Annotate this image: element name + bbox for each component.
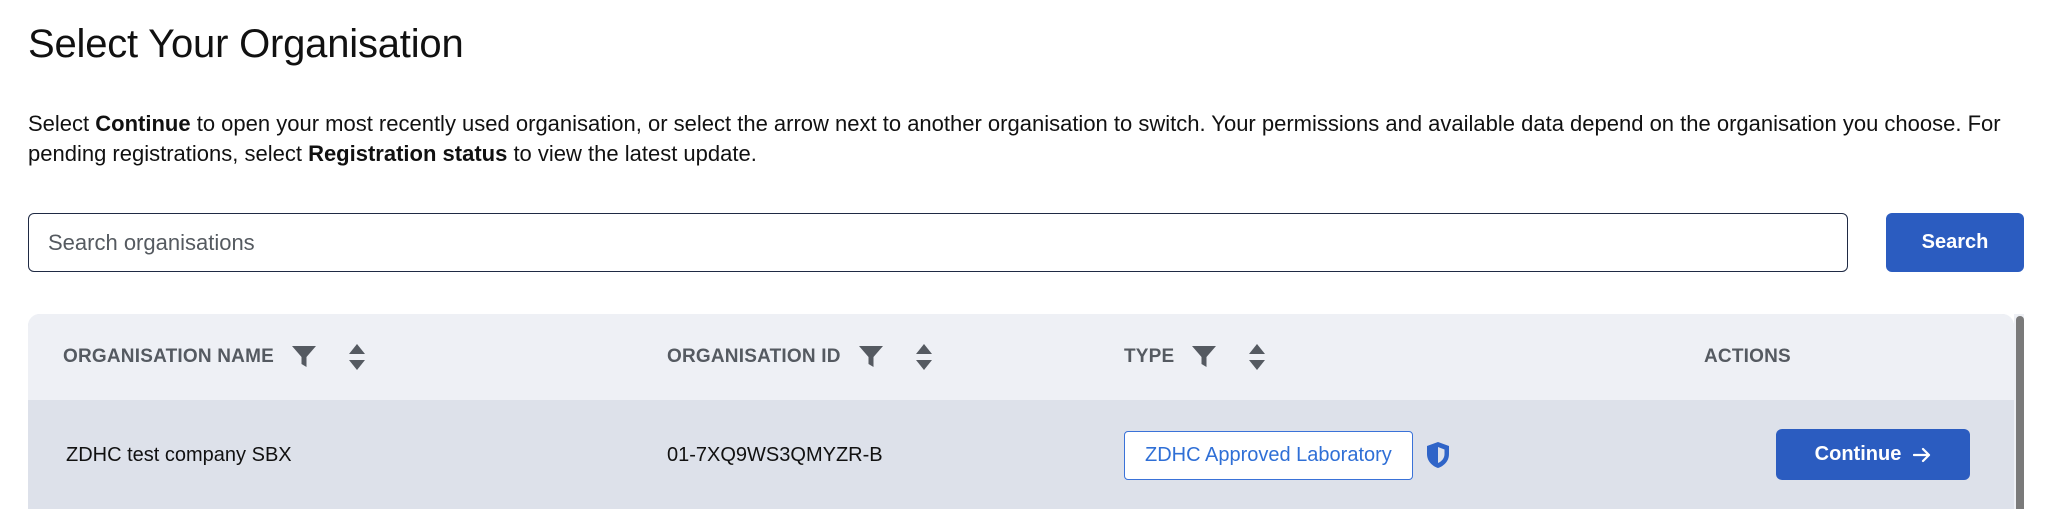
intro-part-3: to view the latest update. [507, 141, 757, 166]
intro-text: Select Continue to open your most recent… [28, 109, 2018, 169]
filter-icon[interactable] [290, 343, 318, 371]
organisation-id-cell: 01-7XQ9WS3QMYZR-B [667, 443, 883, 466]
column-header-actions: ACTIONS [1704, 314, 1791, 400]
filter-icon[interactable] [857, 343, 885, 371]
column-label: TYPE [1124, 346, 1175, 367]
page-title: Select Your Organisation [28, 22, 464, 66]
type-badge: ZDHC Approved Laboratory [1124, 430, 1413, 480]
arrow-right-icon [1913, 447, 1931, 463]
continue-button-label: Continue [1814, 443, 1902, 465]
type-cell: ZDHC Approved Laboratory [1124, 400, 1451, 509]
column-header-organisation-name: ORGANISATION NAME [63, 314, 368, 400]
column-label: ORGANISATION ID [667, 346, 841, 367]
organisations-table: ORGANISATION NAME ORGANISATION ID TYPE A… [28, 314, 2014, 509]
intro-part-1: Select [28, 111, 96, 136]
intro-continue-emphasis: Continue [95, 111, 191, 136]
intro-registration-status-emphasis: Registration status [308, 141, 508, 166]
column-header-organisation-id: ORGANISATION ID [667, 314, 935, 400]
sort-icon[interactable] [913, 342, 935, 372]
search-button[interactable]: Search [1886, 213, 2024, 272]
continue-button[interactable]: Continue [1776, 429, 1970, 480]
column-label: ORGANISATION NAME [63, 346, 274, 367]
column-header-type: TYPE [1124, 314, 1268, 400]
sort-icon[interactable] [346, 342, 368, 372]
sort-icon[interactable] [1246, 342, 1268, 372]
search-input[interactable] [28, 213, 1848, 272]
organisation-name-cell: ZDHC test company SBX [66, 443, 292, 466]
table-row: ZDHC test company SBX 01-7XQ9WS3QMYZR-B … [28, 400, 2014, 509]
shield-icon [1425, 441, 1451, 469]
filter-icon[interactable] [1190, 343, 1218, 371]
column-label: ACTIONS [1704, 346, 1791, 367]
table-header: ORGANISATION NAME ORGANISATION ID TYPE A… [28, 314, 2014, 400]
scrollbar-thumb[interactable] [2016, 316, 2024, 509]
